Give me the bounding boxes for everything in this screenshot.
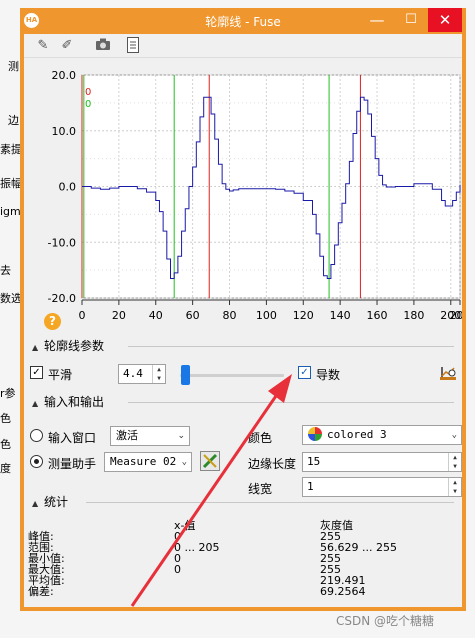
section-title: 轮廓线参数	[44, 339, 105, 353]
color-value: colored 3	[327, 428, 387, 441]
x-tick-label: 40	[149, 309, 163, 322]
input-window-radio[interactable]	[30, 429, 43, 442]
edge-length-label: 边缘长度	[248, 457, 297, 471]
y-tick-label: 10.0	[52, 125, 77, 138]
maximize-button[interactable]: ☐	[396, 8, 426, 32]
measure-helper-radio[interactable]	[30, 455, 43, 468]
measure-tool-icon[interactable]	[200, 451, 220, 471]
camera-icon[interactable]	[94, 37, 112, 55]
stats-gray-deviation: 69.2564	[320, 585, 366, 598]
bg-fragment: 边	[8, 114, 19, 127]
export-icon[interactable]	[439, 364, 457, 382]
y-tick-label: -10.0	[48, 236, 76, 249]
x-tick-label: 205	[450, 309, 463, 322]
color-select[interactable]: colored 3 ⌄	[302, 425, 462, 445]
smooth-checkbox[interactable]: ✓	[30, 366, 43, 379]
bg-fragment: 振幅	[0, 177, 22, 190]
list-icon[interactable]	[124, 37, 142, 55]
stats-section: ▲ 统计	[24, 492, 462, 512]
derivative-checkbox[interactable]: ✓	[298, 366, 311, 379]
smooth-label: 平滑	[48, 368, 73, 382]
x-tick-label: 20	[112, 309, 126, 322]
bg-fragment: 测	[8, 60, 19, 73]
measure-helper-label: 测量助手	[48, 457, 97, 471]
input-window-select[interactable]: 激活 ⌄	[110, 426, 190, 446]
bg-fragment: igm	[0, 205, 21, 218]
section-title: 统计	[44, 495, 69, 509]
y-tick-label: -20.0	[48, 292, 76, 305]
collapse-arrow-icon[interactable]: ▲	[32, 394, 42, 414]
input-window-label: 输入窗口	[48, 431, 97, 445]
chevron-down-icon: ⌄	[451, 430, 457, 440]
measure-helper-value: Measure 02	[110, 455, 177, 468]
edge-length-value: 15	[307, 455, 321, 468]
x-tick-label: 120	[293, 309, 314, 322]
section-title: 输入和输出	[44, 395, 105, 409]
color-wheel-icon	[308, 427, 322, 441]
spin-arrows-icon[interactable]: ▲ ▼	[448, 453, 461, 471]
y-tick-label: 0.0	[59, 181, 77, 194]
params-section: ▲ 轮廓线参数 ✓ 平滑 4.4 ▲ ▼ ✓ 导数	[24, 336, 462, 385]
divider	[128, 402, 454, 403]
profile-plot[interactable]: 20.0 10.0 0.0 -10.0 -20.0 0 20 40 60 80 100 120 140 1…	[24, 60, 462, 337]
red-marker-label: 0	[85, 87, 91, 98]
x-tick-label: 0	[79, 309, 86, 322]
bg-fragment: 色	[0, 412, 11, 425]
title-bar[interactable]: HA 轮廓线 - Fuse — ☐ ✕	[20, 8, 466, 34]
io-section: ▲ 输入和输出 输入窗口 激活 ⌄ 测量助手 Measure 02 ⌄ 颜色 colo…	[24, 392, 462, 497]
stats-label-deviation: 偏差:	[28, 585, 54, 598]
profile-window: HA 轮廓线 - Fuse — ☐ ✕ ✎ ✐ 20.0 10.0 0.0 -10.0…	[20, 8, 466, 611]
x-tick-label: 160	[367, 309, 388, 322]
minimize-button[interactable]: —	[362, 8, 392, 32]
edge-length-spinbox[interactable]: 15 ▲ ▼	[302, 452, 462, 472]
x-tick-label: 140	[330, 309, 351, 322]
params-section-header[interactable]: ▲ 轮廓线参数	[24, 336, 462, 356]
close-button[interactable]: ✕	[428, 8, 462, 32]
stats-section-header[interactable]: ▲ 统计	[24, 492, 462, 512]
chevron-down-icon: ⌄	[181, 457, 187, 467]
smooth-value-spinbox[interactable]: 4.4 ▲ ▼	[118, 364, 166, 384]
x-tick-label: 100	[256, 309, 277, 322]
bg-fragment: 色	[0, 438, 11, 451]
watermark: CSDN @吃个糖糖	[336, 614, 435, 628]
bg-fragment: 度	[0, 462, 11, 475]
pencil-icon[interactable]: ✎	[34, 37, 52, 55]
y-tick-label: 20.0	[52, 69, 77, 82]
x-tick-label: 80	[223, 309, 237, 322]
profile-chart[interactable]: 20.010.00.0-10.0-20.00 20 40 60 80 100 120 140 1…	[24, 60, 462, 337]
derivative-label: 导数	[316, 368, 341, 382]
collapse-arrow-icon[interactable]: ▲	[32, 338, 42, 358]
bg-fragment: 去	[0, 264, 11, 277]
help-icon[interactable]: ?	[44, 313, 61, 330]
color-label: 颜色	[248, 431, 273, 445]
spin-arrows-icon[interactable]: ▲ ▼	[152, 365, 165, 383]
smooth-slider-track[interactable]	[180, 374, 284, 377]
bg-fragment: 数选	[0, 292, 22, 305]
smooth-value: 4.4	[123, 367, 143, 380]
green-marker-label: 0	[85, 99, 91, 110]
chevron-down-icon: ⌄	[177, 431, 185, 441]
stats-x-max: 0	[174, 563, 181, 576]
io-section-header[interactable]: ▲ 输入和输出	[24, 392, 462, 412]
divider	[128, 346, 454, 347]
input-window-value: 激活	[116, 429, 138, 442]
x-tick-label: 60	[186, 309, 200, 322]
measure-helper-select[interactable]: Measure 02 ⌄	[104, 452, 192, 472]
collapse-arrow-icon[interactable]: ▲	[32, 494, 42, 514]
toolbar: ✎ ✐	[24, 34, 462, 58]
eraser-icon[interactable]: ✐	[58, 37, 76, 55]
bg-fragment: r参	[0, 387, 16, 400]
x-tick-label: 180	[403, 309, 424, 322]
smooth-slider-handle[interactable]	[181, 365, 191, 385]
divider	[86, 502, 454, 503]
